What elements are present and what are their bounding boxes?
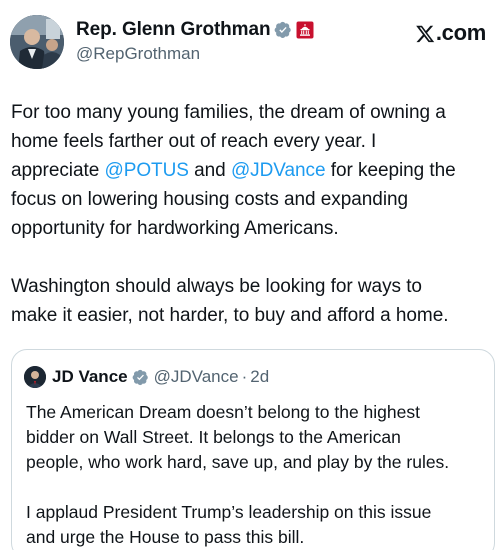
x-logo-icon	[416, 25, 435, 42]
quoted-tweet-line: and urge the House to pass this bill.	[26, 527, 305, 547]
quoted-tweet[interactable]: JD Vance @JDVance · 2d The American Drea…	[11, 349, 495, 550]
tweet-line: opportunity for hardworking Americans.	[11, 214, 497, 243]
tweet-text-segment: make it easier, not harder, to buy and a…	[11, 305, 449, 326]
tweet-text-segment: for keeping the	[325, 160, 456, 181]
tweet-body: For too many young families, the dream o…	[11, 98, 497, 330]
tweet-text-segment: home feels farther out of reach every ye…	[11, 131, 377, 152]
tweet-header: Rep. Glenn Grothman @RepGrothman .com	[0, 0, 497, 80]
tweet-line: make it easier, not harder, to buy and a…	[11, 301, 497, 330]
tweet-line: Washington should always be looking for …	[11, 272, 497, 301]
quoted-tweet-line: people, who work hard, save up, and play…	[26, 452, 450, 472]
tweet-line: home feels farther out of reach every ye…	[11, 127, 497, 156]
tweet-text-segment: focus on lowering housing costs and expa…	[11, 189, 409, 210]
author-handle[interactable]: @RepGrothman	[76, 44, 200, 64]
tweet-line: appreciate @POTUS and @JDVance for keepi…	[11, 156, 497, 185]
quoted-tweet-header: JD Vance @JDVance · 2d	[24, 366, 269, 388]
author-name[interactable]: Rep. Glenn Grothman	[76, 19, 271, 41]
quoted-verified-badge-icon	[132, 369, 149, 386]
quoted-author-handle[interactable]: @JDVance	[154, 367, 239, 387]
quoted-tweet-body: The American Dream doesn’t belong to the…	[26, 400, 492, 550]
quoted-tweet-line: The American Dream doesn’t belong to the…	[26, 402, 420, 422]
tweet-text-segment: opportunity for hardworking Americans.	[11, 218, 339, 239]
quoted-tweet-line: I applaud President Trump’s leadership o…	[26, 502, 432, 522]
mention-link[interactable]: @POTUS	[104, 160, 189, 181]
mention-link[interactable]: @JDVance	[231, 160, 326, 181]
author-avatar[interactable]	[10, 15, 64, 69]
tweet-line: focus on lowering housing costs and expa…	[11, 185, 497, 214]
author-name-row: Rep. Glenn Grothman	[76, 18, 314, 42]
verified-badge-icon	[274, 21, 292, 39]
tweet-line	[11, 243, 497, 272]
quoted-timestamp[interactable]: 2d	[250, 367, 269, 387]
tweet-line: For too many young families, the dream o…	[11, 98, 497, 127]
tweet-text-segment: Washington should always be looking for …	[11, 276, 422, 297]
quoted-tweet-line: bidder on Wall Street. It belongs to the…	[26, 427, 401, 447]
quoted-separator: ·	[241, 367, 248, 386]
quoted-author-avatar	[24, 366, 46, 388]
congress-affiliation-icon[interactable]	[296, 21, 314, 39]
x-brand-suffix: .com	[435, 20, 486, 45]
tweet-text-segment: For too many young families, the dream o…	[11, 102, 446, 123]
quoted-author-name[interactable]: JD Vance	[52, 367, 128, 387]
tweet-text-segment: and	[188, 160, 231, 181]
x-brand: .com	[416, 20, 486, 46]
tweet-text-segment: appreciate	[11, 160, 105, 181]
quoted-tweet-line	[26, 475, 492, 500]
